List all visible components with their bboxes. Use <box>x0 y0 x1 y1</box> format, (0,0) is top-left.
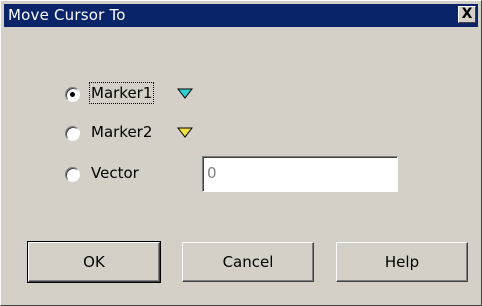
marker2-triangle-icon <box>177 127 193 138</box>
radio-button-marker2[interactable] <box>65 126 80 141</box>
ok-button[interactable]: OK <box>27 241 161 283</box>
cancel-button-label: Cancel <box>222 253 274 271</box>
help-button[interactable]: Help <box>336 242 468 282</box>
vector-input[interactable]: 0 <box>202 156 398 192</box>
radio-label-vector[interactable]: Vector <box>91 164 139 182</box>
title-bar[interactable]: Move Cursor To X <box>4 4 478 27</box>
radio-button-vector[interactable] <box>65 167 80 182</box>
help-button-label: Help <box>384 253 420 271</box>
radio-option-vector[interactable]: Vector <box>65 163 185 185</box>
move-cursor-dialog: Move Cursor To X Marker1 Marker2 Vector … <box>0 0 482 306</box>
dialog-title: Move Cursor To <box>8 6 126 24</box>
marker1-triangle-icon <box>177 88 193 99</box>
radio-label-marker2[interactable]: Marker2 <box>91 123 152 141</box>
radio-button-marker1[interactable] <box>65 87 80 102</box>
radio-option-marker1[interactable]: Marker1 <box>65 82 225 105</box>
radio-label-marker1[interactable]: Marker1 <box>88 82 155 104</box>
ok-button-label: OK <box>83 253 105 271</box>
close-icon: X <box>461 6 473 22</box>
radio-selected-dot <box>70 92 75 97</box>
cancel-button[interactable]: Cancel <box>182 242 314 282</box>
radio-option-marker2[interactable]: Marker2 <box>65 122 225 144</box>
close-button[interactable]: X <box>458 6 476 23</box>
